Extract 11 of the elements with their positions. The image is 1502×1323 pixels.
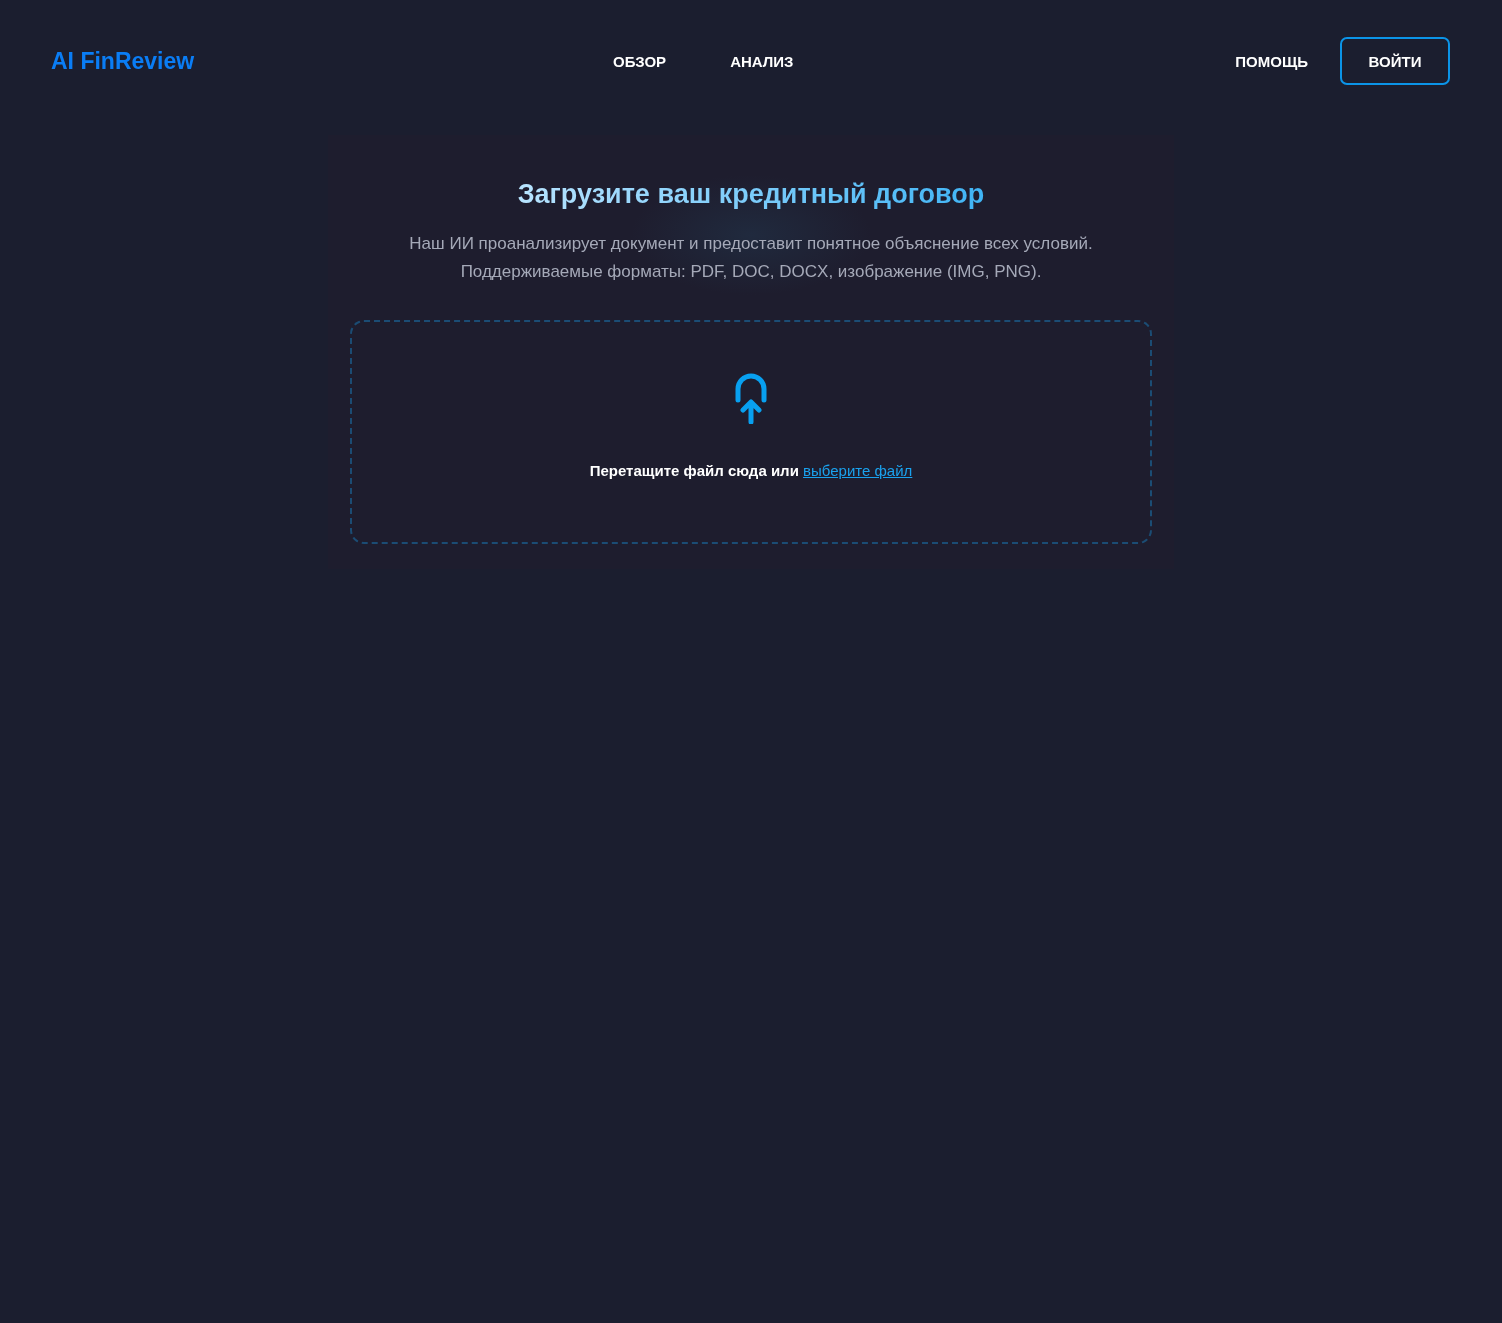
login-button[interactable]: ВОЙТИ — [1340, 37, 1450, 85]
drop-instruction: Перетащите файл сюда или выберите файл — [589, 462, 913, 479]
nav-link[interactable]: ОБЗОР — [613, 52, 667, 70]
upload-description: Наш ИИ проанализирует документ и предоставит понятное объяснение всех условий. Поддерживаемые форматы: PDF, DOC, DOCX, изображение (IMG, PNG). — [408, 233, 1094, 283]
logo[interactable]: AI FinReview — [51, 47, 195, 75]
upload-icon — [734, 372, 768, 424]
help-link[interactable]: ПОМОЩЬ — [1235, 52, 1308, 70]
upload-title: Загрузите ваш кредитный договор — [516, 179, 986, 210]
nav-link[interactable]: АНАЛИЗ — [730, 52, 794, 70]
choose-file-link[interactable]: выберите файл — [803, 462, 913, 479]
drop-zone[interactable]: Перетащите файл сюда или выберите файл — [350, 320, 1152, 544]
